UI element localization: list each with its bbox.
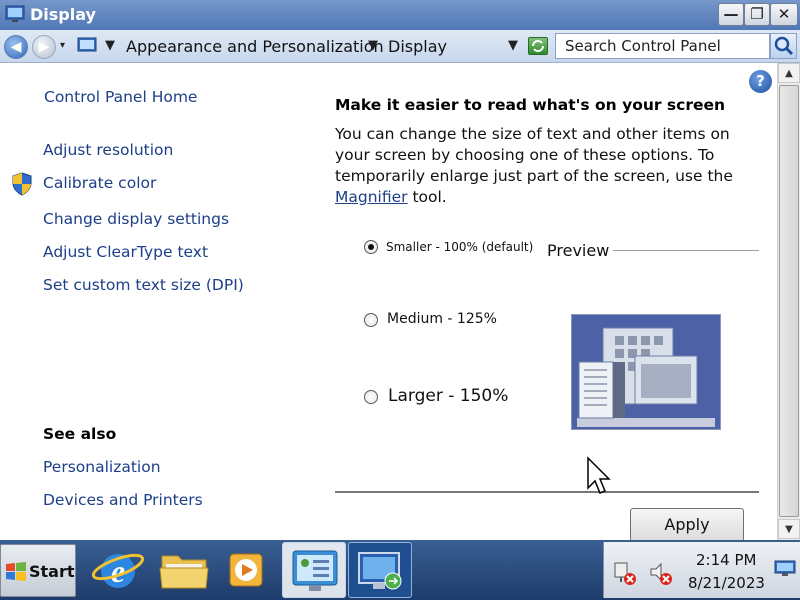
- internet-explorer-icon: e: [91, 553, 145, 589]
- scroll-thumb[interactable]: [779, 85, 799, 517]
- refresh-icon: [532, 40, 544, 52]
- option-larger-label[interactable]: Larger - 150%: [388, 386, 508, 406]
- calibrate-color-link[interactable]: Calibrate color: [43, 174, 156, 192]
- recent-pages-dropdown[interactable]: ▾: [60, 40, 65, 51]
- see-also-heading: See also: [43, 425, 117, 443]
- title-bar: Display — ❐ ✕: [0, 0, 800, 30]
- windows-logo-icon: [6, 562, 26, 581]
- start-button[interactable]: Start: [0, 544, 76, 597]
- media-player-icon: [229, 553, 263, 587]
- radio-medium[interactable]: [364, 313, 378, 327]
- taskbar-item-media-player[interactable]: [216, 542, 280, 598]
- description-part: You can change the size of text and othe…: [335, 125, 733, 185]
- breadcrumb-appearance[interactable]: Appearance and Personalization: [126, 37, 384, 56]
- taskbar-item-internet-explorer[interactable]: e: [86, 542, 150, 598]
- content-divider: [335, 491, 759, 493]
- clock-time[interactable]: 2:14 PM: [696, 551, 756, 569]
- mouse-cursor-icon: [587, 456, 611, 494]
- taskbar-item-explorer[interactable]: [152, 542, 216, 598]
- change-display-settings-link[interactable]: Change display settings: [43, 210, 229, 228]
- description-text: You can change the size of text and othe…: [335, 124, 760, 208]
- radio-larger[interactable]: [364, 390, 378, 404]
- location-dropdown-arrow[interactable]: ▼: [105, 38, 115, 53]
- address-history-dropdown[interactable]: ▼: [508, 38, 518, 53]
- page-heading: Make it easier to read what's on your sc…: [335, 96, 726, 114]
- clock-date[interactable]: 8/21/2023: [688, 574, 765, 592]
- restore-button[interactable]: ❐: [744, 3, 770, 26]
- taskbar-item-remote-desktop[interactable]: [348, 542, 412, 598]
- search-input[interactable]: Search Control Panel: [555, 33, 770, 59]
- folder-icon: [159, 555, 209, 589]
- radio-smaller[interactable]: [364, 240, 378, 254]
- minimize-button[interactable]: —: [718, 3, 744, 26]
- control-panel-icon: [77, 37, 97, 52]
- adjust-cleartype-link[interactable]: Adjust ClearType text: [43, 243, 208, 261]
- taskbar-item-control-panel[interactable]: [282, 542, 346, 598]
- window-title: Display: [30, 5, 96, 24]
- option-smaller-label[interactable]: Smaller - 100% (default): [386, 240, 533, 254]
- chevron-down-icon: ▼: [785, 524, 793, 535]
- description-part: tool.: [407, 188, 447, 206]
- help-icon: ?: [756, 72, 765, 90]
- breadcrumb-separator[interactable]: ▼: [368, 38, 378, 53]
- vertical-scrollbar[interactable]: ▲ ▼: [777, 63, 800, 540]
- scroll-down-button[interactable]: ▼: [778, 519, 800, 539]
- option-medium-label[interactable]: Medium - 125%: [387, 311, 497, 327]
- breadcrumb-display[interactable]: Display: [388, 37, 447, 56]
- display-control-panel-icon: [292, 550, 338, 591]
- magnifier-link[interactable]: Magnifier: [335, 188, 408, 206]
- search-button[interactable]: [770, 33, 797, 59]
- help-button[interactable]: ?: [749, 70, 772, 93]
- scroll-up-button[interactable]: ▲: [778, 63, 800, 83]
- chevron-up-icon: ▲: [785, 68, 793, 79]
- show-desktop-icon[interactable]: [774, 560, 796, 578]
- display-icon: [5, 5, 25, 22]
- preview-divider: [613, 250, 759, 251]
- system-tray: 2:14 PM 8/21/2023: [603, 542, 800, 598]
- personalization-link[interactable]: Personalization: [43, 458, 161, 476]
- network-error-icon[interactable]: [612, 560, 638, 586]
- close-icon: ✕: [777, 5, 791, 23]
- set-custom-text-size-link[interactable]: Set custom text size (DPI): [43, 276, 244, 294]
- close-button[interactable]: ✕: [770, 3, 798, 26]
- apply-button[interactable]: Apply: [630, 508, 744, 542]
- adjust-resolution-link[interactable]: Adjust resolution: [43, 141, 173, 159]
- back-arrow-icon: ◀: [10, 39, 22, 55]
- minimize-icon: —: [723, 5, 739, 23]
- restore-icon: ❐: [750, 5, 764, 23]
- back-button[interactable]: ◀: [4, 35, 28, 59]
- forward-button[interactable]: ▶: [32, 35, 56, 59]
- search-icon: [774, 36, 794, 56]
- forward-arrow-icon: ▶: [38, 39, 50, 55]
- preview-image: [571, 314, 721, 430]
- refresh-button[interactable]: [528, 37, 548, 55]
- start-label: Start: [29, 562, 75, 581]
- taskbar: Start e 2:14 PM 8/21/2023: [0, 540, 800, 600]
- shield-icon: [12, 172, 32, 196]
- devices-and-printers-link[interactable]: Devices and Printers: [43, 491, 203, 509]
- control-panel-home-link[interactable]: Control Panel Home: [44, 88, 197, 106]
- remote-desktop-icon: [358, 552, 402, 590]
- preview-label: Preview: [547, 241, 610, 260]
- volume-muted-icon[interactable]: [648, 560, 674, 586]
